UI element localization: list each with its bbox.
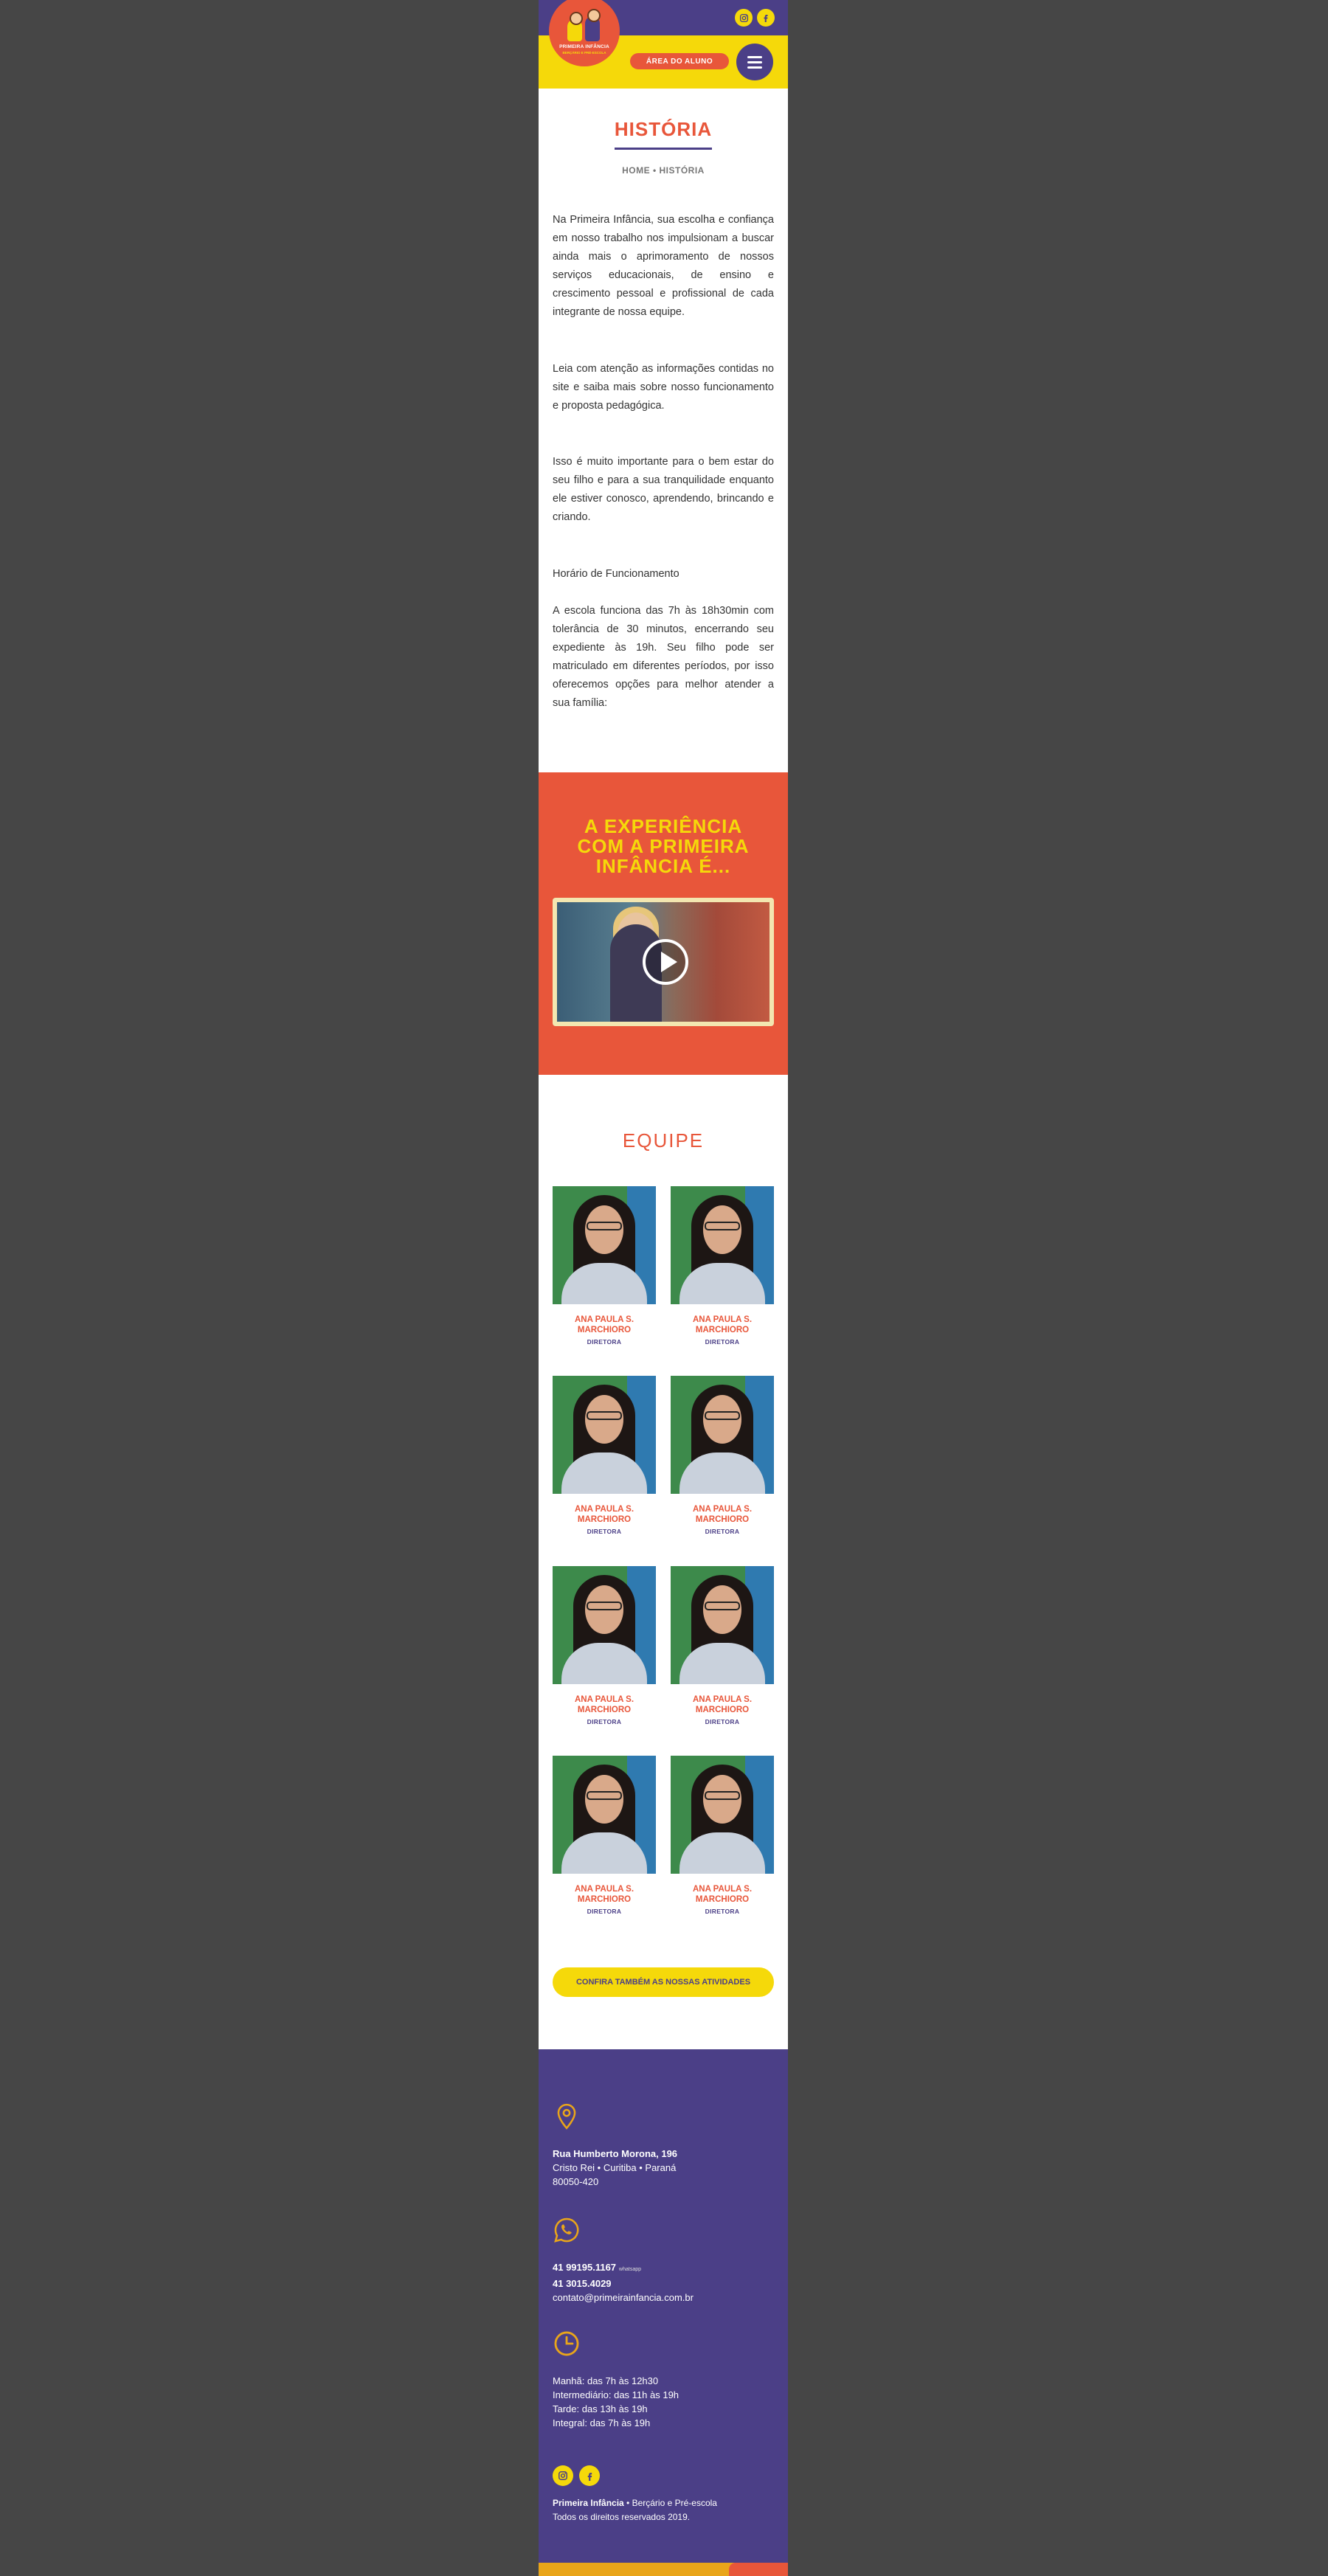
team-member-role: DIRETORA (587, 1528, 622, 1535)
page-title: HISTÓRIA (614, 118, 713, 140)
clock-icon (554, 2331, 579, 2356)
page: PRIMEIRA INFÂNCIA BERÇÁRIO E PRÉ-ESCOLA … (539, 0, 788, 2576)
menu-icon-bar (747, 60, 762, 63)
hours-line: Intermediário: das 11h às 19h (553, 2389, 679, 2400)
video-section: A EXPERIÊNCIA COM A PRIMEIRA INFÂNCIA É.… (539, 772, 788, 1075)
breadcrumb: HOME • HISTÓRIA (622, 165, 705, 176)
hours-line: Integral: das 7h às 19h (553, 2417, 651, 2428)
team-member-photo (553, 1756, 656, 1874)
team-member-photo (553, 1376, 656, 1494)
copyright-line: Todos os direitos reservados 2019. (553, 2512, 691, 2522)
instagram-icon[interactable] (735, 9, 753, 27)
whatsapp-icon (554, 2217, 579, 2243)
team-member-photo (671, 1376, 774, 1494)
video-player[interactable] (553, 898, 774, 1026)
address-street: Rua Humberto Morona, 196 (553, 2148, 678, 2159)
whatsapp-tag: whatsapp (619, 2267, 642, 2272)
play-icon[interactable] (643, 939, 688, 985)
team-member-photo (553, 1186, 656, 1304)
copyright-brand: Primeira Infância (553, 2498, 624, 2508)
team-member-card: ANA PAULA S. MARCHIORO DIRETORA (671, 1376, 774, 1535)
team-member-name: ANA PAULA S. MARCHIORO (692, 1695, 753, 1714)
team-member-photo (671, 1566, 774, 1684)
whatsapp-phone[interactable]: 41 99195.1167 (553, 2262, 616, 2273)
team-member-name: ANA PAULA S. MARCHIORO (692, 1315, 753, 1334)
address-zip: 80050-420 (553, 2176, 599, 2187)
team-member-role: DIRETORA (587, 1338, 622, 1346)
historia-paragraph: Horário de Funcionamento (553, 568, 679, 580)
team-member-name: ANA PAULA S. MARCHIORO (574, 1695, 634, 1714)
team-member-name: ANA PAULA S. MARCHIORO (692, 1885, 753, 1904)
historia-paragraph: Leia com atenção as informações contidas… (553, 363, 774, 412)
team-member-role: DIRETORA (587, 1718, 622, 1725)
menu-icon-bar (747, 66, 762, 69)
facebook-icon[interactable] (757, 9, 775, 27)
title-underline (615, 148, 712, 150)
menu-icon-bar (747, 55, 762, 58)
team-member-role: DIRETORA (705, 1718, 740, 1725)
team-member-card: ANA PAULA S. MARCHIORO DIRETORA (671, 1756, 774, 1915)
team-member-photo (671, 1756, 774, 1874)
hours-line: Tarde: das 13h às 19h (553, 2403, 648, 2414)
header-social (735, 9, 775, 27)
hamburger-menu-button[interactable] (736, 44, 773, 80)
instagram-icon[interactable] (553, 2465, 573, 2486)
email-link[interactable]: contato@primeirainfancia.com.br (553, 2292, 694, 2303)
bottom-strip-accent (729, 2563, 788, 2576)
phone[interactable]: 41 3015.4029 (553, 2278, 612, 2289)
hours-line: Manhã: das 7h às 12h30 (553, 2375, 659, 2386)
team-member-role: DIRETORA (587, 1908, 622, 1915)
activities-button[interactable]: CONFIRA TAMBÉM AS NOSSAS ATIVIDADES (553, 1967, 774, 1997)
team-member-card: ANA PAULA S. MARCHIORO DIRETORA (553, 1566, 656, 1725)
address-city: Cristo Rei • Curitiba • Paraná (553, 2162, 677, 2173)
location-pin-icon (557, 2103, 576, 2130)
team-member-card: ANA PAULA S. MARCHIORO DIRETORA (671, 1566, 774, 1725)
historia-paragraph: Isso é muito importante para o bem estar… (553, 456, 774, 523)
copyright: Primeira Infância • Berçário e Pré-escol… (553, 2496, 717, 2524)
team-member-card: ANA PAULA S. MARCHIORO DIRETORA (671, 1186, 774, 1346)
video-title: A EXPERIÊNCIA COM A PRIMEIRA INFÂNCIA É.… (577, 815, 750, 877)
area-do-aluno-button[interactable]: ÁREA DO ALUNO (630, 53, 729, 69)
team-member-name: ANA PAULA S. MARCHIORO (574, 1315, 634, 1334)
team-member-name: ANA PAULA S. MARCHIORO (574, 1505, 634, 1524)
team-member-photo (553, 1566, 656, 1684)
equipe-title: EQUIPE (622, 1129, 705, 1152)
historia-paragraph: A escola funciona das 7h às 18h30min com… (553, 605, 774, 709)
team-member-card: ANA PAULA S. MARCHIORO DIRETORA (553, 1186, 656, 1346)
facebook-icon[interactable] (579, 2465, 600, 2486)
copyright-rest: • Berçário e Pré-escola (623, 2498, 717, 2508)
footer-social (553, 2465, 600, 2486)
team-member-role: DIRETORA (705, 1528, 740, 1535)
team-member-card: ANA PAULA S. MARCHIORO DIRETORA (553, 1756, 656, 1915)
team-member-card: ANA PAULA S. MARCHIORO DIRETORA (553, 1376, 656, 1535)
team-member-role: DIRETORA (705, 1338, 740, 1346)
team-member-photo (671, 1186, 774, 1304)
footer-hours: Manhã: das 7h às 12h30 Intermediário: da… (553, 2374, 679, 2430)
logo-name: PRIMEIRA INFÂNCIA (559, 44, 609, 49)
logo-kids-illustration (564, 9, 604, 41)
video-thumbnail (557, 902, 770, 1022)
team-member-role: DIRETORA (705, 1908, 740, 1915)
footer-address: Rua Humberto Morona, 196 Cristo Rei • Cu… (553, 2147, 677, 2189)
historia-paragraph: Na Primeira Infância, sua escolha e conf… (553, 214, 774, 318)
team-member-name: ANA PAULA S. MARCHIORO (574, 1885, 634, 1904)
logo-subtitle: BERÇÁRIO E PRÉ-ESCOLA (562, 51, 606, 55)
footer: Rua Humberto Morona, 196 Cristo Rei • Cu… (539, 2049, 788, 2576)
team-member-name: ANA PAULA S. MARCHIORO (692, 1505, 753, 1524)
footer-contacts: 41 99195.1167 whatsapp 41 3015.4029 conta… (553, 2260, 694, 2305)
